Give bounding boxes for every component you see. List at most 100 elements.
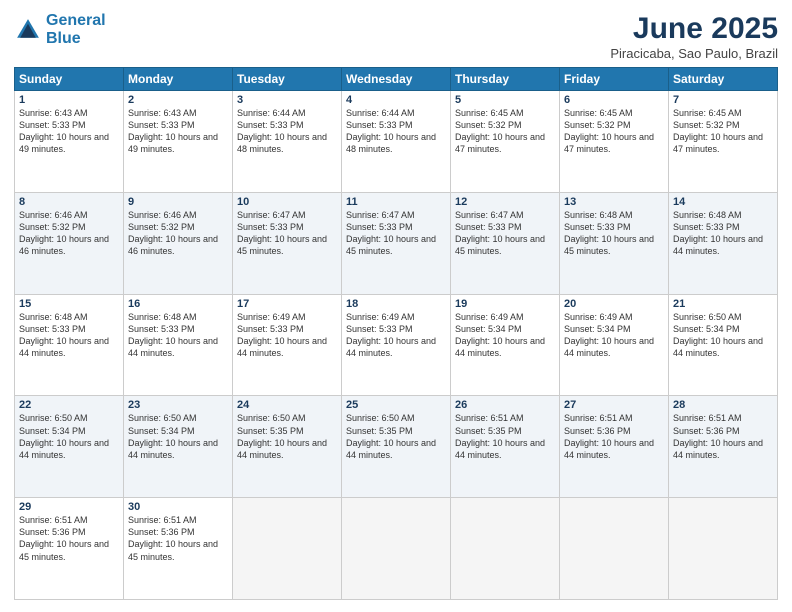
- day-info: Sunrise: 6:48 AM Sunset: 5:33 PM Dayligh…: [128, 311, 228, 360]
- day-info: Sunrise: 6:46 AM Sunset: 5:32 PM Dayligh…: [19, 209, 119, 258]
- header-monday: Monday: [124, 68, 233, 91]
- week-row-1: 1 Sunrise: 6:43 AM Sunset: 5:33 PM Dayli…: [15, 91, 778, 193]
- day-number: 6: [564, 94, 664, 106]
- day-info: Sunrise: 6:50 AM Sunset: 5:35 PM Dayligh…: [346, 412, 446, 461]
- day-info: Sunrise: 6:51 AM Sunset: 5:35 PM Dayligh…: [455, 412, 555, 461]
- day-number: 24: [237, 399, 337, 411]
- day-info: Sunrise: 6:44 AM Sunset: 5:33 PM Dayligh…: [237, 107, 337, 156]
- day-cell-5: 5 Sunrise: 6:45 AM Sunset: 5:32 PM Dayli…: [451, 91, 560, 193]
- logo: General Blue: [14, 12, 106, 47]
- page: General Blue June 2025 Piracicaba, Sao P…: [0, 0, 792, 612]
- day-number: 21: [673, 298, 773, 310]
- day-number: 19: [455, 298, 555, 310]
- day-number: 8: [19, 196, 119, 208]
- day-number: 4: [346, 94, 446, 106]
- day-info: Sunrise: 6:50 AM Sunset: 5:34 PM Dayligh…: [673, 311, 773, 360]
- header-wednesday: Wednesday: [342, 68, 451, 91]
- day-info: Sunrise: 6:49 AM Sunset: 5:34 PM Dayligh…: [564, 311, 664, 360]
- day-cell-25: 25 Sunrise: 6:50 AM Sunset: 5:35 PM Dayl…: [342, 396, 451, 498]
- day-number: 20: [564, 298, 664, 310]
- day-info: Sunrise: 6:44 AM Sunset: 5:33 PM Dayligh…: [346, 107, 446, 156]
- day-number: 2: [128, 94, 228, 106]
- empty-cell: [451, 498, 560, 600]
- day-info: Sunrise: 6:50 AM Sunset: 5:35 PM Dayligh…: [237, 412, 337, 461]
- title-block: June 2025 Piracicaba, Sao Paulo, Brazil: [610, 12, 778, 61]
- day-number: 28: [673, 399, 773, 411]
- header-tuesday: Tuesday: [233, 68, 342, 91]
- day-number: 11: [346, 196, 446, 208]
- day-cell-1: 1 Sunrise: 6:43 AM Sunset: 5:33 PM Dayli…: [15, 91, 124, 193]
- day-number: 15: [19, 298, 119, 310]
- day-info: Sunrise: 6:51 AM Sunset: 5:36 PM Dayligh…: [564, 412, 664, 461]
- week-row-3: 15 Sunrise: 6:48 AM Sunset: 5:33 PM Dayl…: [15, 294, 778, 396]
- day-number: 17: [237, 298, 337, 310]
- day-cell-17: 17 Sunrise: 6:49 AM Sunset: 5:33 PM Dayl…: [233, 294, 342, 396]
- day-info: Sunrise: 6:47 AM Sunset: 5:33 PM Dayligh…: [455, 209, 555, 258]
- day-cell-12: 12 Sunrise: 6:47 AM Sunset: 5:33 PM Dayl…: [451, 192, 560, 294]
- weekday-header-row: Sunday Monday Tuesday Wednesday Thursday…: [15, 68, 778, 91]
- logo-icon: [14, 16, 42, 44]
- day-info: Sunrise: 6:51 AM Sunset: 5:36 PM Dayligh…: [673, 412, 773, 461]
- day-cell-4: 4 Sunrise: 6:44 AM Sunset: 5:33 PM Dayli…: [342, 91, 451, 193]
- day-cell-20: 20 Sunrise: 6:49 AM Sunset: 5:34 PM Dayl…: [560, 294, 669, 396]
- day-number: 3: [237, 94, 337, 106]
- day-cell-13: 13 Sunrise: 6:48 AM Sunset: 5:33 PM Dayl…: [560, 192, 669, 294]
- calendar-table: Sunday Monday Tuesday Wednesday Thursday…: [14, 67, 778, 600]
- day-cell-19: 19 Sunrise: 6:49 AM Sunset: 5:34 PM Dayl…: [451, 294, 560, 396]
- day-info: Sunrise: 6:47 AM Sunset: 5:33 PM Dayligh…: [237, 209, 337, 258]
- day-cell-6: 6 Sunrise: 6:45 AM Sunset: 5:32 PM Dayli…: [560, 91, 669, 193]
- logo-line2: Blue: [46, 30, 81, 47]
- day-cell-24: 24 Sunrise: 6:50 AM Sunset: 5:35 PM Dayl…: [233, 396, 342, 498]
- day-info: Sunrise: 6:50 AM Sunset: 5:34 PM Dayligh…: [19, 412, 119, 461]
- empty-cell: [560, 498, 669, 600]
- day-cell-21: 21 Sunrise: 6:50 AM Sunset: 5:34 PM Dayl…: [669, 294, 778, 396]
- day-number: 10: [237, 196, 337, 208]
- day-info: Sunrise: 6:45 AM Sunset: 5:32 PM Dayligh…: [564, 107, 664, 156]
- day-number: 7: [673, 94, 773, 106]
- day-info: Sunrise: 6:48 AM Sunset: 5:33 PM Dayligh…: [673, 209, 773, 258]
- day-info: Sunrise: 6:45 AM Sunset: 5:32 PM Dayligh…: [673, 107, 773, 156]
- day-cell-8: 8 Sunrise: 6:46 AM Sunset: 5:32 PM Dayli…: [15, 192, 124, 294]
- day-info: Sunrise: 6:49 AM Sunset: 5:33 PM Dayligh…: [346, 311, 446, 360]
- day-info: Sunrise: 6:51 AM Sunset: 5:36 PM Dayligh…: [128, 514, 228, 563]
- day-cell-2: 2 Sunrise: 6:43 AM Sunset: 5:33 PM Dayli…: [124, 91, 233, 193]
- day-info: Sunrise: 6:46 AM Sunset: 5:32 PM Dayligh…: [128, 209, 228, 258]
- day-number: 26: [455, 399, 555, 411]
- day-info: Sunrise: 6:51 AM Sunset: 5:36 PM Dayligh…: [19, 514, 119, 563]
- week-row-4: 22 Sunrise: 6:50 AM Sunset: 5:34 PM Dayl…: [15, 396, 778, 498]
- day-cell-9: 9 Sunrise: 6:46 AM Sunset: 5:32 PM Dayli…: [124, 192, 233, 294]
- logo-line1: General: [46, 12, 106, 29]
- day-cell-11: 11 Sunrise: 6:47 AM Sunset: 5:33 PM Dayl…: [342, 192, 451, 294]
- empty-cell: [342, 498, 451, 600]
- day-number: 5: [455, 94, 555, 106]
- day-cell-3: 3 Sunrise: 6:44 AM Sunset: 5:33 PM Dayli…: [233, 91, 342, 193]
- day-info: Sunrise: 6:49 AM Sunset: 5:33 PM Dayligh…: [237, 311, 337, 360]
- day-number: 27: [564, 399, 664, 411]
- header-friday: Friday: [560, 68, 669, 91]
- day-info: Sunrise: 6:45 AM Sunset: 5:32 PM Dayligh…: [455, 107, 555, 156]
- day-number: 13: [564, 196, 664, 208]
- day-cell-22: 22 Sunrise: 6:50 AM Sunset: 5:34 PM Dayl…: [15, 396, 124, 498]
- day-number: 29: [19, 501, 119, 513]
- location: Piracicaba, Sao Paulo, Brazil: [610, 46, 778, 61]
- day-cell-27: 27 Sunrise: 6:51 AM Sunset: 5:36 PM Dayl…: [560, 396, 669, 498]
- day-cell-30: 30 Sunrise: 6:51 AM Sunset: 5:36 PM Dayl…: [124, 498, 233, 600]
- day-info: Sunrise: 6:48 AM Sunset: 5:33 PM Dayligh…: [19, 311, 119, 360]
- header-sunday: Sunday: [15, 68, 124, 91]
- week-row-5: 29 Sunrise: 6:51 AM Sunset: 5:36 PM Dayl…: [15, 498, 778, 600]
- day-number: 1: [19, 94, 119, 106]
- day-cell-23: 23 Sunrise: 6:50 AM Sunset: 5:34 PM Dayl…: [124, 396, 233, 498]
- empty-cell: [669, 498, 778, 600]
- header: General Blue June 2025 Piracicaba, Sao P…: [14, 12, 778, 61]
- day-info: Sunrise: 6:48 AM Sunset: 5:33 PM Dayligh…: [564, 209, 664, 258]
- day-cell-26: 26 Sunrise: 6:51 AM Sunset: 5:35 PM Dayl…: [451, 396, 560, 498]
- day-number: 25: [346, 399, 446, 411]
- day-number: 14: [673, 196, 773, 208]
- header-thursday: Thursday: [451, 68, 560, 91]
- day-number: 30: [128, 501, 228, 513]
- day-cell-10: 10 Sunrise: 6:47 AM Sunset: 5:33 PM Dayl…: [233, 192, 342, 294]
- header-saturday: Saturday: [669, 68, 778, 91]
- day-number: 9: [128, 196, 228, 208]
- day-info: Sunrise: 6:50 AM Sunset: 5:34 PM Dayligh…: [128, 412, 228, 461]
- day-number: 16: [128, 298, 228, 310]
